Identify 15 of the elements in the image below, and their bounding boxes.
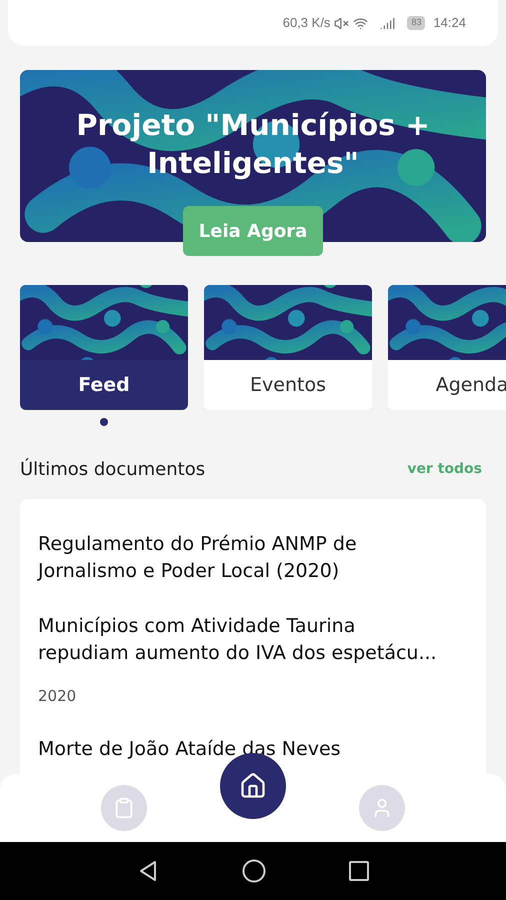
- clock: 14:24: [433, 14, 466, 32]
- signal-icon: [380, 16, 396, 30]
- mute-icon: [334, 16, 350, 30]
- recents-icon[interactable]: [348, 861, 369, 881]
- category-tab[interactable]: Feed: [20, 285, 188, 410]
- document-title[interactable]: Municípios com Atividade Taurina repudiam aumento do IVA dos espetácu...: [38, 613, 468, 667]
- battery-icon: 83: [407, 16, 426, 30]
- wifi-icon: [353, 16, 368, 30]
- document-title[interactable]: Regulamento do Prémio ANMP de Jornalismo e Poder Local (2020): [38, 531, 468, 585]
- category-tab[interactable]: Eventos: [204, 285, 372, 410]
- document-year: 2020: [38, 686, 78, 707]
- section-heading: Últimos documentos: [20, 457, 206, 482]
- house-icon: [238, 772, 267, 800]
- network-speed: 60,3 K/s: [282, 14, 330, 32]
- home-circle-icon[interactable]: [242, 859, 266, 883]
